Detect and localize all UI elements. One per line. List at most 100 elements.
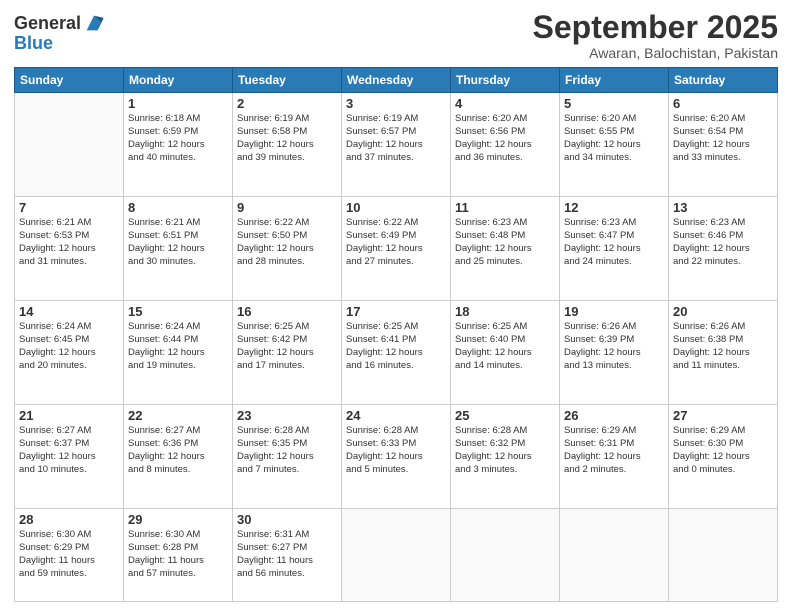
col-tuesday: Tuesday [233, 68, 342, 93]
day-number: 16 [237, 304, 337, 319]
table-row: 28Sunrise: 6:30 AMSunset: 6:29 PMDayligh… [15, 509, 124, 602]
table-row: 17 Sunrise: 6:25 AMSunset: 6:41 PMDayligh… [342, 301, 451, 405]
day-number: 15 [128, 304, 228, 319]
day-info: Sunrise: 6:25 AMSunset: 6:41 PMDaylight:… [346, 321, 446, 372]
table-row: 29 Sunrise: 6:30 AMSunset: 6:28 PMDayligh… [124, 509, 233, 602]
day-number: 2 [237, 96, 337, 111]
table-row: 14Sunrise: 6:24 AMSunset: 6:45 PMDayligh… [15, 301, 124, 405]
day-number: 3 [346, 96, 446, 111]
day-number: 26 [564, 408, 664, 423]
table-row: 25Sunrise: 6:28 AMSunset: 6:32 PMDayligh… [451, 405, 560, 509]
logo: General Blue [14, 14, 105, 54]
day-info: Sunrise: 6:20 AMSunset: 6:55 PMDaylight:… [564, 113, 664, 164]
day-number: 11 [455, 200, 555, 215]
table-row: 18 Sunrise: 6:25 AMSunset: 6:40 PMDayligh… [451, 301, 560, 405]
calendar-header-row: Sunday Monday Tuesday Wednesday Thursday… [15, 68, 778, 93]
day-info: Sunrise: 6:22 AMSunset: 6:49 PMDaylight:… [346, 217, 446, 268]
day-info: Sunrise: 6:21 AMSunset: 6:51 PMDaylight:… [128, 217, 228, 268]
day-info: Sunrise: 6:30 AMSunset: 6:28 PMDaylight:… [128, 529, 228, 580]
day-info: Sunrise: 6:27 AMSunset: 6:37 PMDaylight:… [19, 425, 119, 476]
location-subtitle: Awaran, Balochistan, Pakistan [533, 45, 778, 61]
day-number: 21 [19, 408, 119, 423]
day-number: 6 [673, 96, 773, 111]
day-info: Sunrise: 6:23 AMSunset: 6:47 PMDaylight:… [564, 217, 664, 268]
day-info: Sunrise: 6:28 AMSunset: 6:33 PMDaylight:… [346, 425, 446, 476]
day-info: Sunrise: 6:23 AMSunset: 6:48 PMDaylight:… [455, 217, 555, 268]
table-row: 26 Sunrise: 6:29 AMSunset: 6:31 PMDayligh… [560, 405, 669, 509]
logo-blue: Blue [14, 34, 105, 54]
month-title: September 2025 [533, 10, 778, 45]
day-number: 8 [128, 200, 228, 215]
day-info: Sunrise: 6:30 AMSunset: 6:29 PMDaylight:… [19, 529, 119, 580]
day-info: Sunrise: 6:19 AMSunset: 6:57 PMDaylight:… [346, 113, 446, 164]
day-number: 18 [455, 304, 555, 319]
day-info: Sunrise: 6:24 AMSunset: 6:45 PMDaylight:… [19, 321, 119, 372]
table-row [451, 509, 560, 602]
table-row: 9Sunrise: 6:22 AMSunset: 6:50 PMDaylight… [233, 197, 342, 301]
day-info: Sunrise: 6:20 AMSunset: 6:54 PMDaylight:… [673, 113, 773, 164]
table-row [15, 93, 124, 197]
table-row: 2 Sunrise: 6:19 AMSunset: 6:58 PMDaylight… [233, 93, 342, 197]
day-number: 7 [19, 200, 119, 215]
table-row: 15 Sunrise: 6:24 AMSunset: 6:44 PMDayligh… [124, 301, 233, 405]
day-number: 12 [564, 200, 664, 215]
table-row: 19 Sunrise: 6:26 AMSunset: 6:39 PMDayligh… [560, 301, 669, 405]
day-info: Sunrise: 6:26 AMSunset: 6:39 PMDaylight:… [564, 321, 664, 372]
table-row: 27 Sunrise: 6:29 AMSunset: 6:30 PMDayligh… [669, 405, 778, 509]
table-row: 24 Sunrise: 6:28 AMSunset: 6:33 PMDayligh… [342, 405, 451, 509]
table-row: 13Sunrise: 6:23 AMSunset: 6:46 PMDayligh… [669, 197, 778, 301]
day-number: 24 [346, 408, 446, 423]
day-number: 22 [128, 408, 228, 423]
day-info: Sunrise: 6:23 AMSunset: 6:46 PMDaylight:… [673, 217, 773, 268]
col-monday: Monday [124, 68, 233, 93]
day-number: 20 [673, 304, 773, 319]
day-number: 27 [673, 408, 773, 423]
day-number: 5 [564, 96, 664, 111]
day-info: Sunrise: 6:27 AMSunset: 6:36 PMDaylight:… [128, 425, 228, 476]
table-row: 10 Sunrise: 6:22 AMSunset: 6:49 PMDayligh… [342, 197, 451, 301]
logo-general: General [14, 14, 81, 34]
day-number: 10 [346, 200, 446, 215]
day-info: Sunrise: 6:29 AMSunset: 6:31 PMDaylight:… [564, 425, 664, 476]
day-number: 30 [237, 512, 337, 527]
calendar-table: Sunday Monday Tuesday Wednesday Thursday… [14, 67, 778, 602]
day-info: Sunrise: 6:24 AMSunset: 6:44 PMDaylight:… [128, 321, 228, 372]
table-row: 12 Sunrise: 6:23 AMSunset: 6:47 PMDayligh… [560, 197, 669, 301]
title-block: September 2025 Awaran, Balochistan, Paki… [533, 10, 778, 61]
day-number: 23 [237, 408, 337, 423]
col-friday: Friday [560, 68, 669, 93]
day-info: Sunrise: 6:29 AMSunset: 6:30 PMDaylight:… [673, 425, 773, 476]
day-info: Sunrise: 6:19 AMSunset: 6:58 PMDaylight:… [237, 113, 337, 164]
table-row: 22 Sunrise: 6:27 AMSunset: 6:36 PMDayligh… [124, 405, 233, 509]
table-row [560, 509, 669, 602]
day-info: Sunrise: 6:31 AMSunset: 6:27 PMDaylight:… [237, 529, 337, 580]
table-row: 8 Sunrise: 6:21 AMSunset: 6:51 PMDaylight… [124, 197, 233, 301]
table-row: 1 Sunrise: 6:18 AMSunset: 6:59 PMDaylight… [124, 93, 233, 197]
table-row: 7 Sunrise: 6:21 AMSunset: 6:53 PMDaylight… [15, 197, 124, 301]
logo-text: General Blue [14, 14, 105, 54]
table-row: 23 Sunrise: 6:28 AMSunset: 6:35 PMDayligh… [233, 405, 342, 509]
day-info: Sunrise: 6:28 AMSunset: 6:35 PMDaylight:… [237, 425, 337, 476]
day-info: Sunrise: 6:22 AMSunset: 6:50 PMDaylight:… [237, 217, 337, 268]
day-info: Sunrise: 6:20 AMSunset: 6:56 PMDaylight:… [455, 113, 555, 164]
logo-icon [83, 12, 105, 34]
col-thursday: Thursday [451, 68, 560, 93]
table-row: 6 Sunrise: 6:20 AMSunset: 6:54 PMDaylight… [669, 93, 778, 197]
day-number: 1 [128, 96, 228, 111]
header: General Blue September 2025 Awaran, Balo… [14, 10, 778, 61]
col-saturday: Saturday [669, 68, 778, 93]
col-sunday: Sunday [15, 68, 124, 93]
day-info: Sunrise: 6:25 AMSunset: 6:40 PMDaylight:… [455, 321, 555, 372]
day-number: 17 [346, 304, 446, 319]
table-row [342, 509, 451, 602]
day-number: 4 [455, 96, 555, 111]
day-info: Sunrise: 6:28 AMSunset: 6:32 PMDaylight:… [455, 425, 555, 476]
table-row: 20Sunrise: 6:26 AMSunset: 6:38 PMDayligh… [669, 301, 778, 405]
day-number: 29 [128, 512, 228, 527]
day-info: Sunrise: 6:18 AMSunset: 6:59 PMDaylight:… [128, 113, 228, 164]
table-row: 11 Sunrise: 6:23 AMSunset: 6:48 PMDayligh… [451, 197, 560, 301]
day-info: Sunrise: 6:25 AMSunset: 6:42 PMDaylight:… [237, 321, 337, 372]
day-info: Sunrise: 6:21 AMSunset: 6:53 PMDaylight:… [19, 217, 119, 268]
day-number: 19 [564, 304, 664, 319]
table-row: 3 Sunrise: 6:19 AMSunset: 6:57 PMDaylight… [342, 93, 451, 197]
